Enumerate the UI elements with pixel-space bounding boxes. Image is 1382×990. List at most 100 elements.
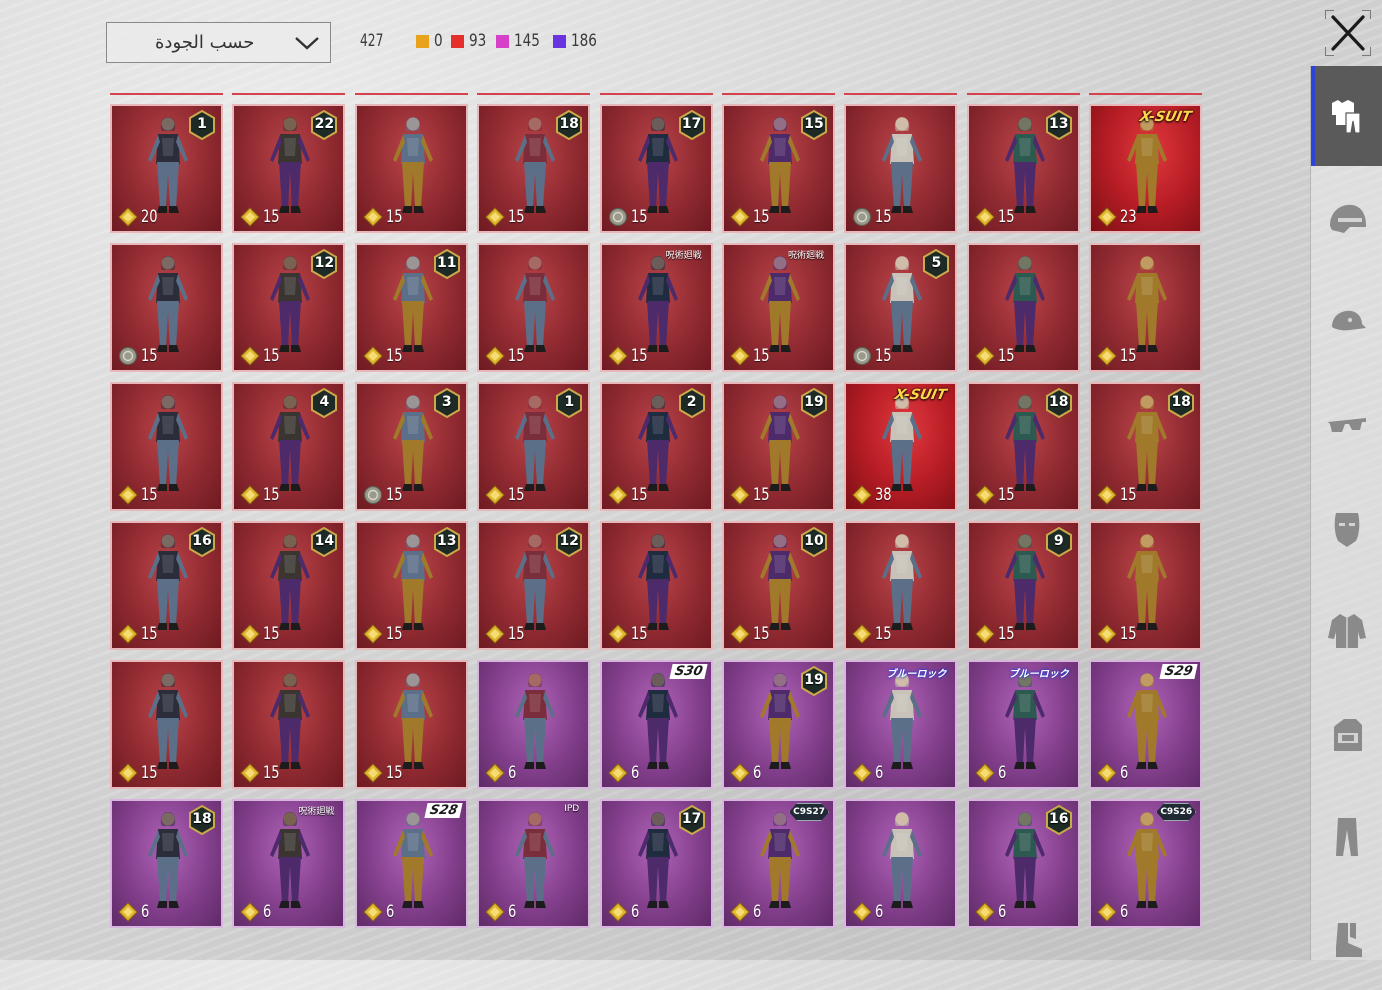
outfit-card[interactable]: 15 bbox=[599, 521, 713, 650]
price-tag: 15 bbox=[485, 207, 527, 227]
tab-underline bbox=[110, 93, 223, 95]
outfit-card[interactable]: 1 15 bbox=[477, 382, 591, 511]
boots-icon bbox=[1336, 923, 1362, 957]
pants-icon bbox=[1336, 818, 1358, 856]
price-value: 15 bbox=[508, 207, 525, 227]
outfit-card[interactable]: 5 15 bbox=[844, 243, 958, 372]
outfit-card[interactable]: 15 bbox=[110, 243, 223, 372]
sidebar-item-mask[interactable] bbox=[1311, 478, 1382, 578]
outfit-card[interactable]: 18 15 bbox=[477, 104, 591, 233]
price-tag: 6 bbox=[975, 902, 1008, 922]
outfit-card[interactable]: 11 15 bbox=[354, 243, 468, 372]
outfit-card[interactable]: 15 bbox=[844, 521, 958, 650]
outfit-card[interactable]: 18 6 bbox=[110, 799, 223, 928]
gold-coin-icon bbox=[852, 485, 873, 505]
outfit-card[interactable]: 1 20 bbox=[110, 104, 223, 233]
price-tag: 6 bbox=[1097, 902, 1130, 922]
outfit-card[interactable]: S29 6 bbox=[1089, 660, 1203, 789]
outfit-card[interactable]: 19 15 bbox=[722, 382, 835, 511]
tab-underline bbox=[1089, 93, 1203, 95]
price-value: 15 bbox=[630, 346, 648, 366]
outfit-card[interactable]: 15 bbox=[232, 660, 346, 789]
outfit-card[interactable]: 15 15 bbox=[722, 104, 835, 233]
gold-coin-icon bbox=[1097, 207, 1117, 227]
outfit-card[interactable]: C9S27 6 bbox=[722, 799, 835, 928]
outfit-card[interactable]: ブルーロック 6 bbox=[844, 660, 958, 789]
outfit-card[interactable]: 15 bbox=[1089, 243, 1203, 372]
outfit-card[interactable]: 4 15 bbox=[232, 382, 346, 511]
outfit-card[interactable]: 6 bbox=[477, 660, 591, 789]
sidebar-item-glasses[interactable] bbox=[1311, 375, 1382, 475]
level-badge-number: 9 bbox=[1053, 533, 1064, 549]
outfit-card[interactable]: 3 15 bbox=[354, 382, 468, 511]
price-value: 15 bbox=[141, 346, 158, 366]
outfit-card[interactable]: 17 15 bbox=[599, 104, 713, 233]
price-tag: 15 bbox=[1097, 346, 1139, 366]
outfit-card[interactable]: 15 bbox=[354, 104, 468, 233]
quality-counts: 0 93 145 186 bbox=[416, 31, 599, 51]
outfit-card[interactable]: 19 6 bbox=[722, 660, 835, 789]
outfit-card[interactable]: 16 6 bbox=[966, 799, 1080, 928]
outfit-card[interactable]: S30 6 bbox=[599, 660, 713, 789]
outfit-card[interactable]: 15 bbox=[966, 243, 1080, 372]
gold-coin-icon bbox=[607, 485, 628, 505]
outfit-card[interactable]: 22 15 bbox=[232, 104, 346, 233]
outfit-card[interactable]: 6 bbox=[844, 799, 958, 928]
outfit-card[interactable]: 2 15 bbox=[599, 382, 713, 511]
sidebar-item-backpack[interactable] bbox=[1311, 684, 1382, 784]
collab-tag: X-SUIT bbox=[893, 387, 949, 403]
outfit-card[interactable]: 呪術廻戦 6 bbox=[232, 799, 346, 928]
outfit-card[interactable]: ブルーロック 6 bbox=[966, 660, 1080, 789]
sidebar-item-cap[interactable] bbox=[1311, 272, 1382, 372]
price-value: 15 bbox=[753, 207, 770, 227]
outfit-card[interactable]: 18 15 bbox=[1089, 382, 1203, 511]
outfit-card[interactable]: 18 15 bbox=[966, 382, 1080, 511]
quality-count-red: 93 bbox=[450, 31, 487, 51]
outfit-card[interactable]: IPD 6 bbox=[477, 799, 591, 928]
outfit-card[interactable]: 15 bbox=[110, 660, 223, 789]
sort-dropdown[interactable]: حسب الجودة bbox=[106, 22, 331, 63]
quality-swatch-orange bbox=[416, 34, 429, 48]
outfit-card[interactable]: 17 6 bbox=[599, 799, 713, 928]
outfit-card[interactable]: 9 15 bbox=[966, 521, 1080, 650]
price-tag: 15 bbox=[730, 346, 772, 366]
sidebar-item-pants[interactable] bbox=[1311, 787, 1382, 887]
level-badge-number: 12 bbox=[314, 255, 335, 271]
outfit-card[interactable]: X-SUIT 38 bbox=[844, 382, 958, 511]
outfit-card[interactable]: 15 bbox=[477, 243, 591, 372]
outfit-card[interactable]: 14 15 bbox=[232, 521, 346, 650]
outfit-card[interactable]: 15 bbox=[1089, 521, 1203, 650]
outfit-card[interactable]: 10 15 bbox=[722, 521, 835, 650]
price-tag: 23 bbox=[1097, 207, 1139, 227]
outfit-card[interactable]: 呪術廻戦 15 bbox=[722, 243, 835, 372]
outfit-card[interactable]: 12 15 bbox=[477, 521, 591, 650]
sidebar-item-helmet[interactable] bbox=[1311, 169, 1382, 269]
sidebar-item-jacket[interactable] bbox=[1311, 581, 1382, 681]
collab-tag: 呪術廻戦 bbox=[298, 807, 335, 817]
outfit-icon bbox=[1332, 100, 1361, 134]
level-badge-number: 18 bbox=[1049, 394, 1069, 410]
gold-coin-icon bbox=[240, 624, 261, 644]
outfit-card[interactable]: S28 6 bbox=[354, 799, 468, 928]
level-badge-number: 2 bbox=[686, 394, 697, 410]
collab-tag: 呪術廻戦 bbox=[787, 251, 824, 261]
level-badge-number: 11 bbox=[437, 255, 457, 271]
price-value: 15 bbox=[385, 624, 403, 644]
outfit-card[interactable]: 12 15 bbox=[232, 243, 346, 372]
price-tag: 15 bbox=[975, 624, 1017, 644]
outfit-card[interactable]: 13 15 bbox=[354, 521, 468, 650]
price-value: 38 bbox=[875, 485, 892, 505]
outfit-card[interactable]: 15 bbox=[844, 104, 958, 233]
outfit-card[interactable]: 呪術廻戦 15 bbox=[599, 243, 713, 372]
sidebar-item-outfit[interactable] bbox=[1311, 66, 1382, 166]
outfit-card[interactable]: 13 15 bbox=[966, 104, 1080, 233]
outfit-card[interactable]: X-SUIT 23 bbox=[1089, 104, 1203, 233]
gold-coin-icon bbox=[1097, 485, 1117, 505]
price-tag: 15 bbox=[240, 763, 282, 783]
outfit-card[interactable]: 15 bbox=[110, 382, 223, 511]
close-button[interactable] bbox=[1325, 10, 1371, 56]
outfit-card[interactable]: 16 15 bbox=[110, 521, 223, 650]
outfit-card[interactable]: 15 bbox=[354, 660, 468, 789]
outfit-card[interactable]: C9S26 6 bbox=[1089, 799, 1203, 928]
sidebar-item-boots[interactable] bbox=[1311, 890, 1382, 990]
